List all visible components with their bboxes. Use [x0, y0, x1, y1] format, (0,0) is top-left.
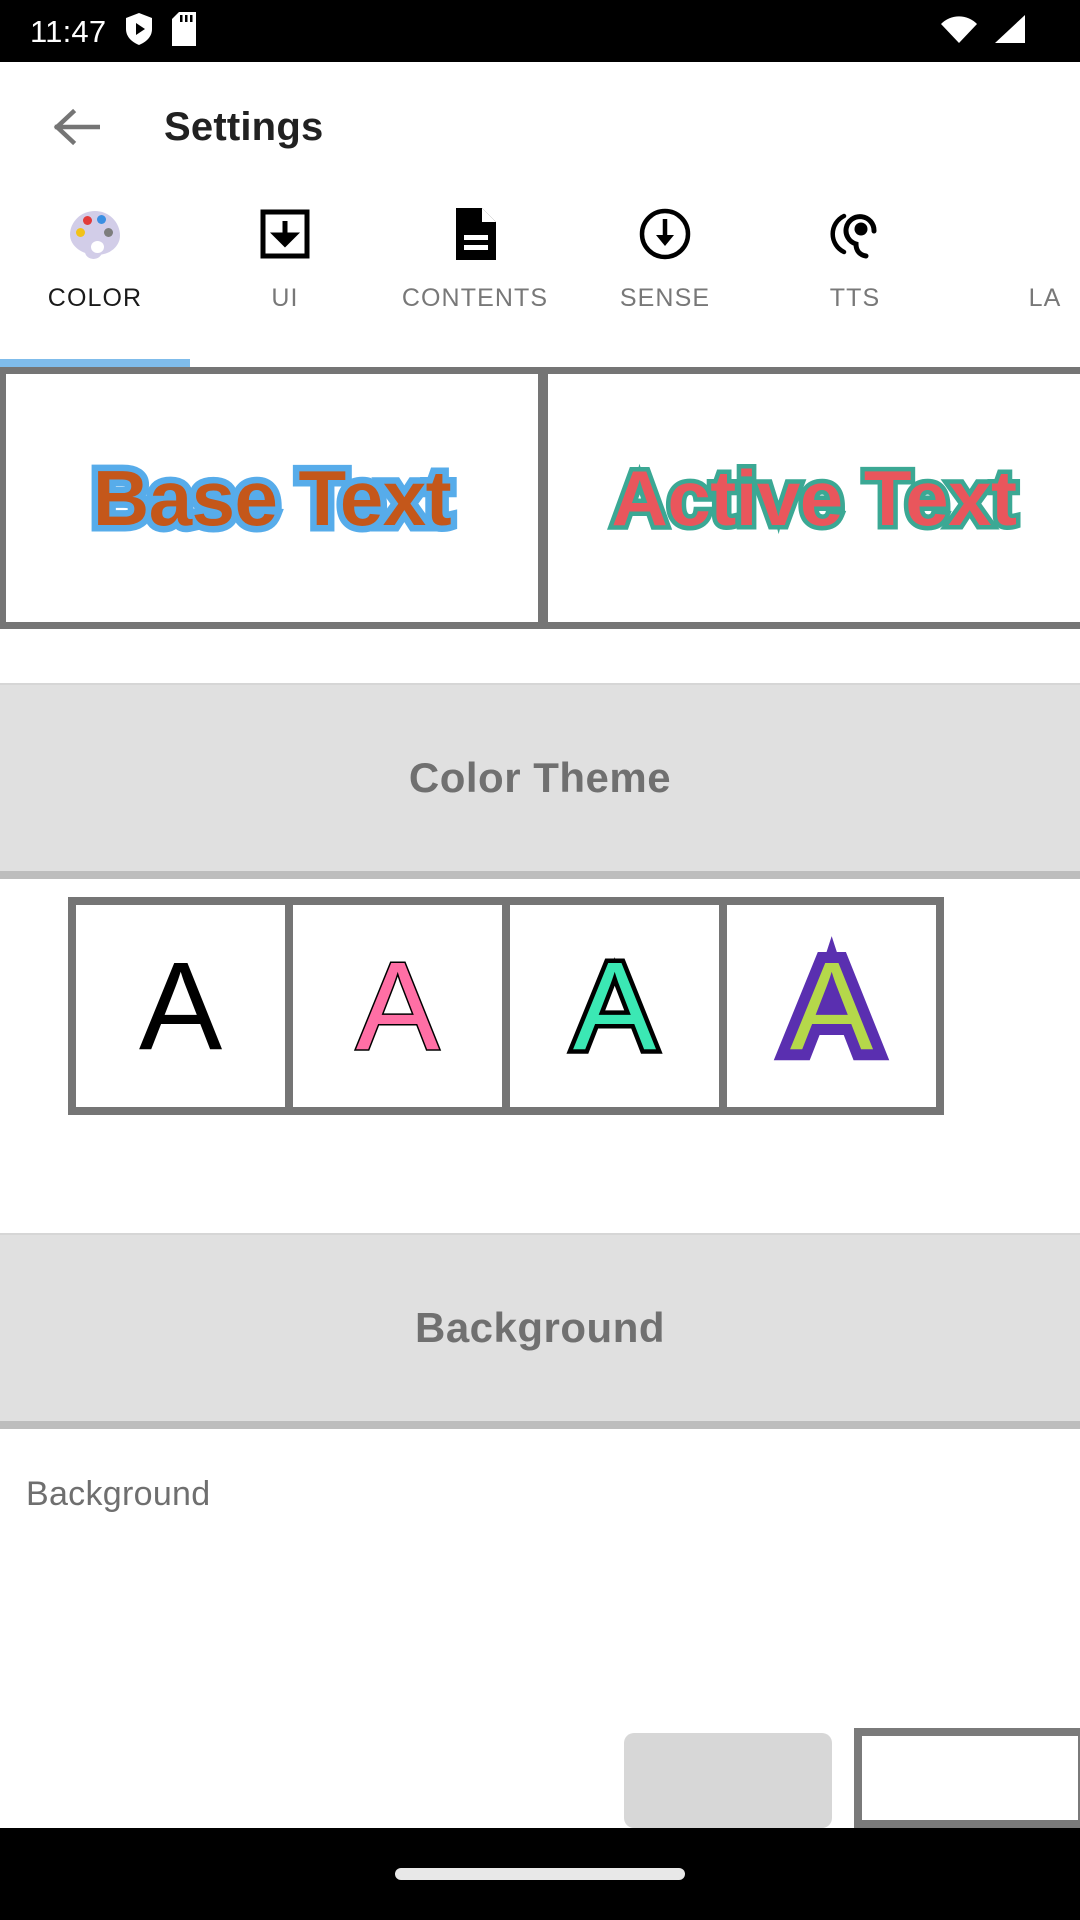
tab-active-indicator — [0, 359, 190, 367]
tab-label-ui: UI — [271, 284, 299, 312]
status-clock: 11:47 — [30, 13, 107, 49]
spacer-after-swatches — [0, 1115, 1080, 1233]
color-theme-swatch-area: A A A A — [0, 879, 1080, 1115]
theme-swatch-1[interactable]: A — [76, 905, 285, 1107]
app-bar: Settings — [0, 62, 1080, 192]
background-title: Background — [414, 1304, 666, 1351]
theme-swatch-4[interactable]: A — [727, 905, 936, 1107]
tab-la[interactable]: LA — [950, 192, 1080, 360]
arrow-left-icon — [53, 108, 100, 146]
background-section-header: Background — [0, 1233, 1080, 1423]
tab-tts[interactable]: TTS — [760, 192, 950, 360]
status-bar-left: 11:47 — [30, 11, 197, 51]
app-screen: 11:47 Settings COLOR UI CONTENTS SENSE T… — [0, 0, 1080, 1920]
background-setting-row[interactable]: Background — [0, 1429, 1080, 1828]
background-row-label: Background — [26, 1475, 211, 1513]
color-theme-section-header: Color Theme — [0, 683, 1080, 873]
tab-color[interactable]: COLOR — [0, 192, 190, 360]
color-theme-title: Color Theme — [408, 754, 672, 801]
theme-swatch-2[interactable]: A — [293, 905, 502, 1107]
tab-label-la: LA — [1028, 284, 1062, 312]
settings-tab-bar: COLOR UI CONTENTS SENSE TTS LA — [0, 192, 1080, 367]
color-theme-swatch-row: A A A A — [68, 897, 944, 1115]
text-color-preview-strip: Base Text Active Text — [0, 367, 1080, 629]
active-text-preview[interactable]: Active Text — [548, 374, 1080, 622]
page-title: Settings — [164, 104, 324, 149]
hearing-ear-icon — [830, 206, 880, 262]
status-bar: 11:47 — [0, 0, 1080, 62]
tab-contents[interactable]: CONTENTS — [380, 192, 570, 360]
background-preview-box[interactable] — [854, 1728, 1080, 1828]
gesture-home-pill[interactable] — [395, 1868, 685, 1880]
tab-sense[interactable]: SENSE — [570, 192, 760, 360]
background-row-controls — [624, 1728, 1080, 1828]
circle-down-arrow-icon — [639, 206, 691, 262]
system-navigation-bar — [0, 1828, 1080, 1920]
theme-swatch-letter: A — [779, 933, 884, 1080]
download-box-icon — [260, 206, 310, 262]
tab-label-sense: SENSE — [619, 284, 711, 312]
palette-icon — [70, 206, 120, 262]
cellular-signal-icon — [992, 14, 1026, 49]
base-text-sample: Base Text — [86, 447, 458, 548]
active-text-sample: Active Text — [607, 449, 1021, 546]
theme-swatch-letter: A — [568, 936, 660, 1076]
back-button[interactable] — [40, 91, 112, 163]
background-color-button[interactable] — [624, 1733, 832, 1828]
tab-label-tts: TTS — [829, 284, 881, 312]
wifi-icon — [940, 14, 978, 49]
theme-swatch-letter: A — [354, 936, 440, 1076]
tab-label-contents: CONTENTS — [401, 284, 549, 312]
theme-swatch-letter: A — [138, 936, 223, 1076]
tab-label-color: COLOR — [47, 284, 143, 312]
spacer-after-preview — [0, 629, 1080, 683]
sd-card-icon — [172, 11, 197, 51]
shield-play-icon — [124, 12, 154, 51]
tab-ui[interactable]: UI — [190, 192, 380, 360]
status-bar-right — [940, 14, 1050, 49]
base-text-preview[interactable]: Base Text — [6, 374, 538, 622]
theme-swatch-3[interactable]: A — [510, 905, 719, 1107]
document-icon — [453, 206, 497, 262]
